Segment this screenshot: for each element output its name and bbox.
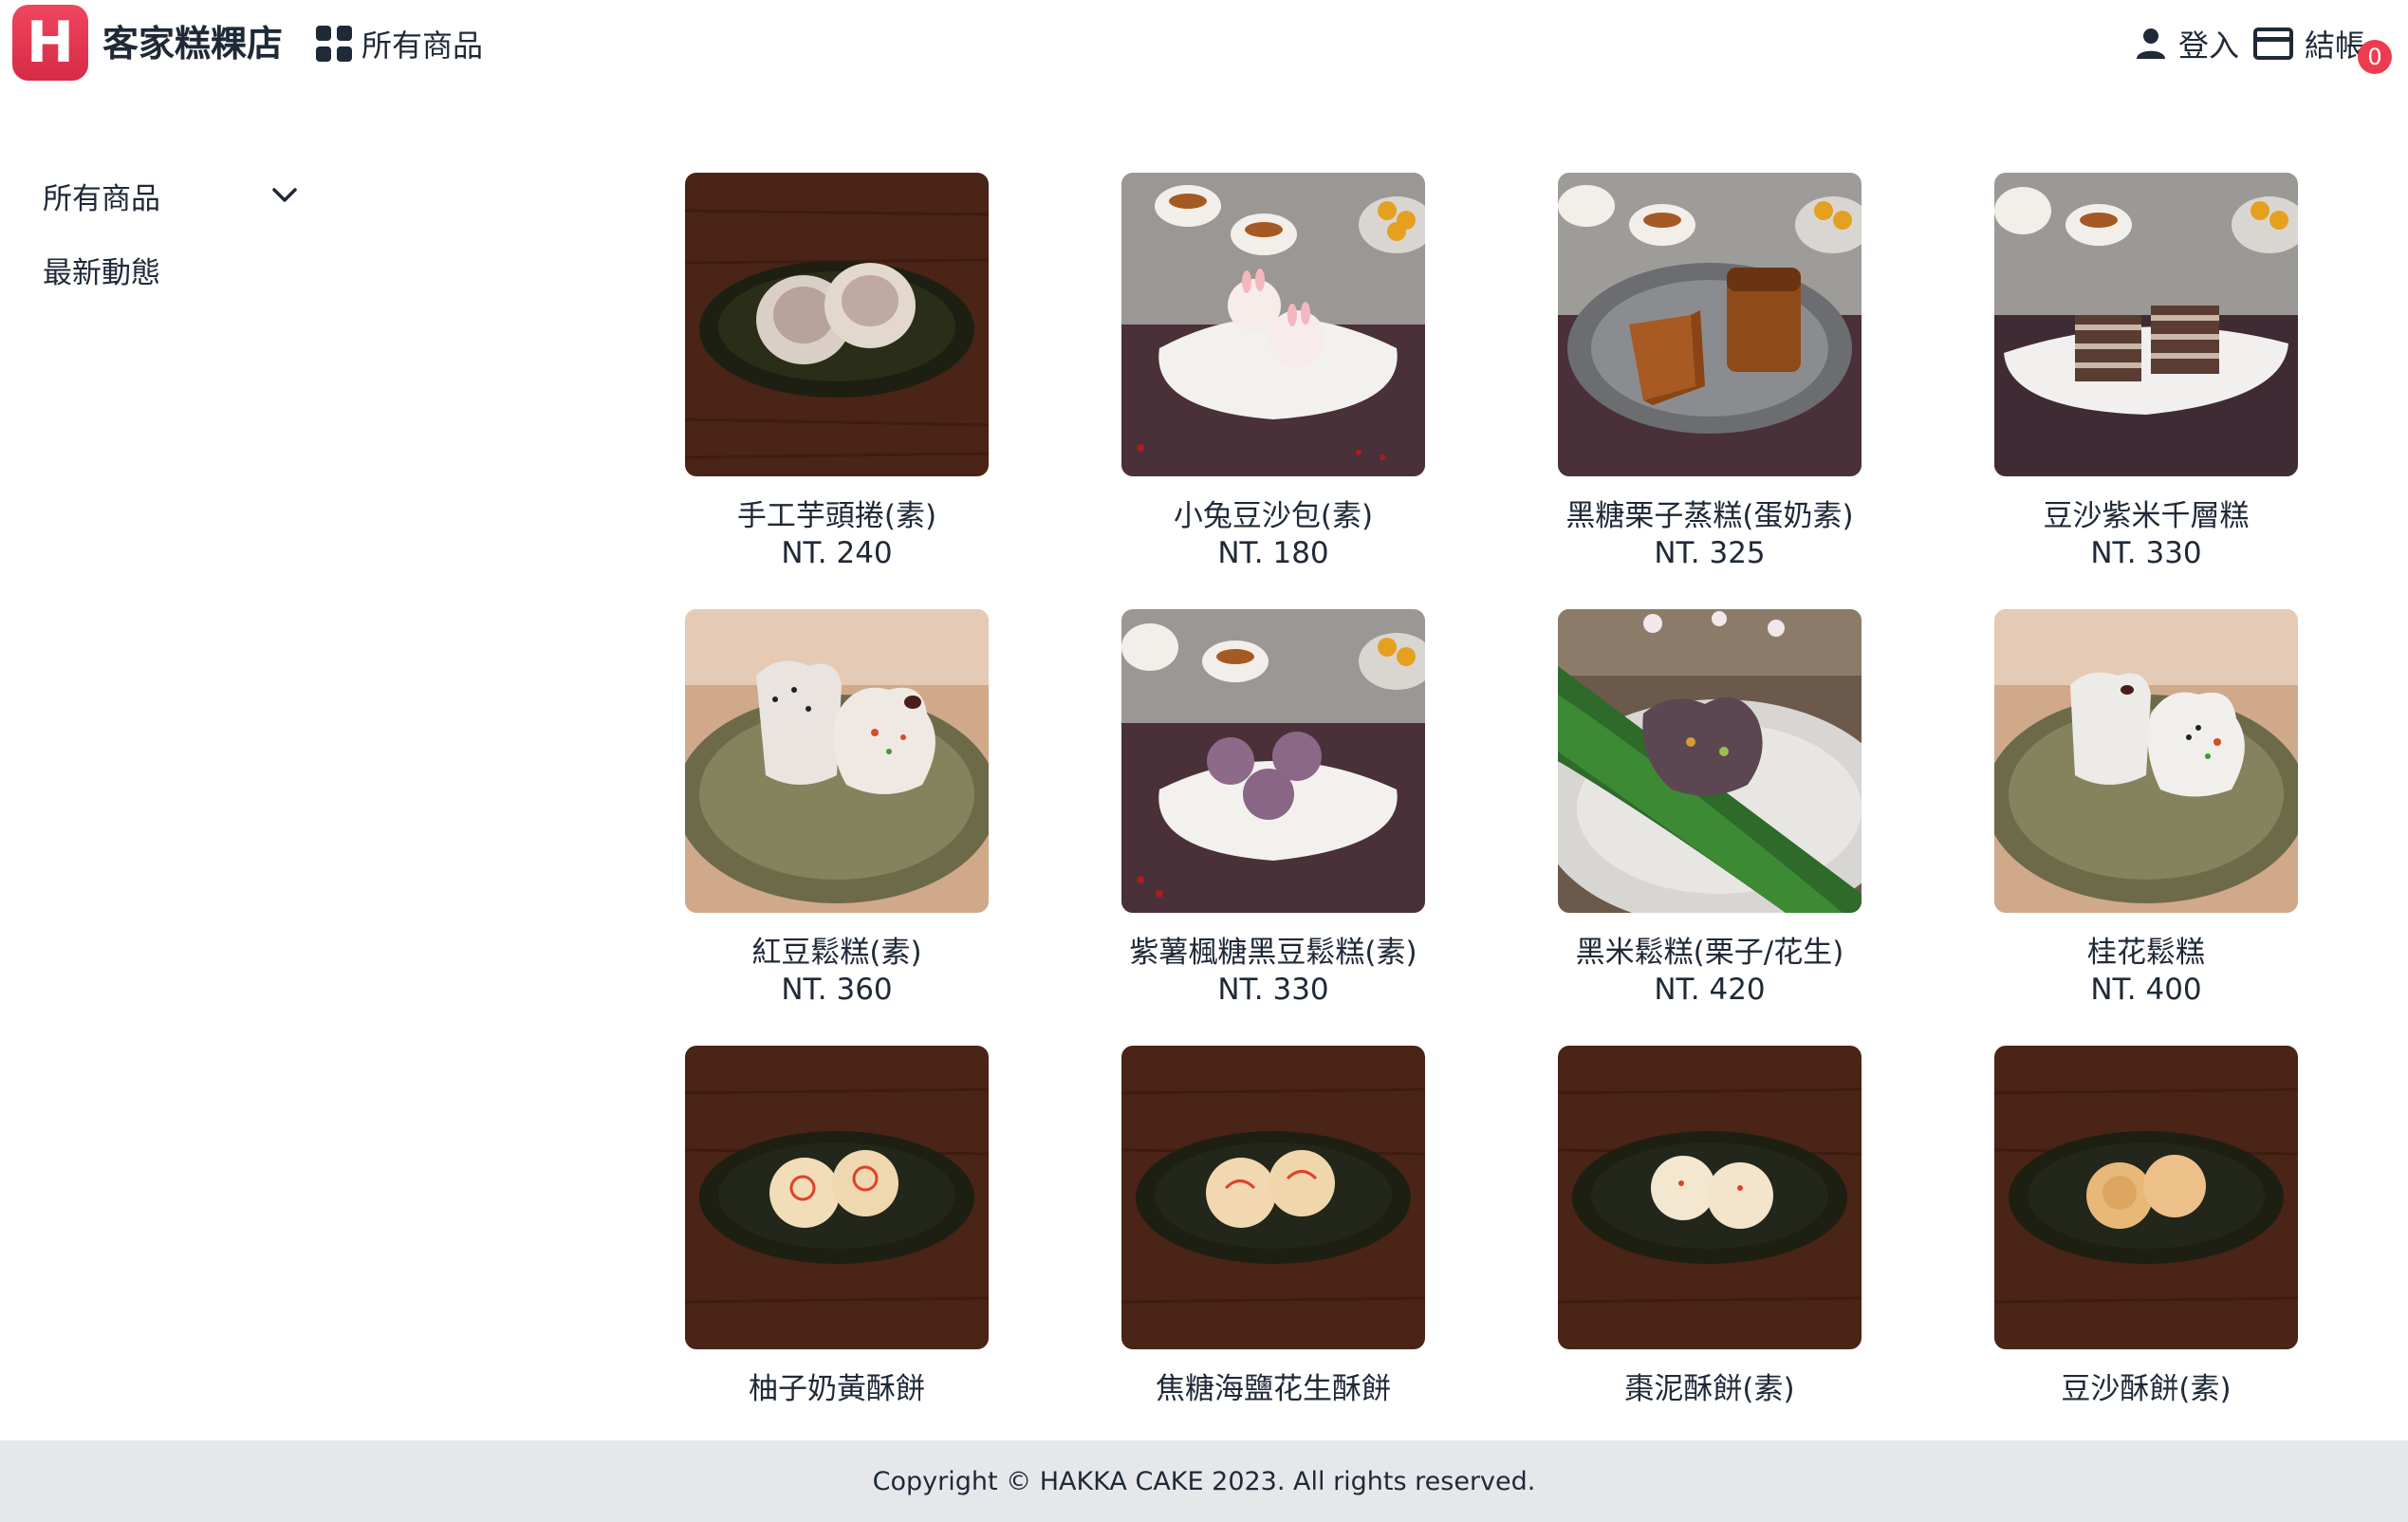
product-name[interactable]: 手工芋頭捲(素) [628, 492, 1046, 534]
product-name[interactable]: 紅豆鬆糕(素) [628, 928, 1046, 971]
sidebar-item-label: 所有商品 [43, 181, 160, 216]
sidebar-item-news[interactable]: 最新動態 [43, 245, 299, 294]
product-name[interactable]: 黑米鬆糕(栗子/花生) [1501, 928, 1918, 971]
product-image[interactable] [1121, 1046, 1425, 1349]
product-card[interactable]: 黑糖栗子蒸糕(蛋奶素) NT. 325 [1558, 173, 1862, 609]
product-card[interactable]: 黑米鬆糕(栗子/花生) NT. 420 [1558, 609, 1862, 1046]
logo-letter: H [26, 9, 75, 76]
product-name[interactable]: 柚子奶黃酥餅 [628, 1364, 1046, 1407]
product-price: NT. 400 [2090, 973, 2202, 1007]
product-card[interactable]: 紅豆鬆糕(素) NT. 360 [685, 609, 989, 1046]
sidebar-item-all-products[interactable]: 所有商品 [43, 171, 299, 220]
login-button[interactable]: 登入 [2135, 21, 2239, 66]
product-image[interactable] [1558, 173, 1862, 476]
product-image[interactable] [1994, 609, 2298, 913]
logo[interactable]: H [12, 5, 88, 81]
nav-all-products-label: 所有商品 [361, 28, 484, 64]
product-image[interactable] [685, 173, 989, 476]
product-card[interactable]: 手工芋頭捲(素) NT. 240 [685, 173, 989, 609]
product-grid: 手工芋頭捲(素) NT. 240 小兔豆沙包(素) NT. 180 黑糖栗子蒸糕… [685, 173, 2298, 1482]
brand-name[interactable]: 客家糕粿店 [102, 19, 283, 68]
product-price: NT. 240 [781, 536, 893, 570]
product-name[interactable]: 棗泥酥餅(素) [1501, 1364, 1918, 1407]
product-card[interactable]: 豆沙酥餅(素) [1994, 1046, 2298, 1482]
product-name[interactable]: 紫薯楓糖黑豆鬆糕(素) [1065, 928, 1482, 971]
product-card[interactable]: 焦糖海鹽花生酥餅 [1121, 1046, 1425, 1482]
top-navbar: H 客家糕粿店 所有商品 登入 結帳 0 [0, 0, 2408, 87]
product-name[interactable]: 焦糖海鹽花生酥餅 [1065, 1364, 1482, 1407]
login-label: 登入 [2178, 28, 2240, 64]
product-image[interactable] [1558, 1046, 1862, 1349]
sidebar-item-label: 最新動態 [43, 255, 160, 290]
product-image[interactable] [1121, 173, 1425, 476]
product-image[interactable] [1994, 173, 2298, 476]
product-name[interactable]: 小兔豆沙包(素) [1065, 492, 1482, 534]
product-price: NT. 360 [781, 973, 893, 1007]
cart-count-badge: 0 [2358, 40, 2392, 74]
checkout-button[interactable]: 結帳 [2253, 21, 2365, 66]
product-name[interactable]: 桂花鬆糕 [1937, 928, 2355, 971]
product-image[interactable] [685, 1046, 989, 1349]
product-card[interactable]: 小兔豆沙包(素) NT. 180 [1121, 173, 1425, 609]
product-name[interactable]: 豆沙酥餅(素) [1937, 1364, 2355, 1407]
product-name[interactable]: 豆沙紫米千層糕 [1937, 492, 2355, 534]
product-image[interactable] [1558, 609, 1862, 913]
copyright-text: Copyright © HAKKA CAKE 2023. All rights … [872, 1466, 1536, 1496]
nav-all-products[interactable]: 所有商品 [316, 21, 483, 66]
credit-card-icon [2253, 28, 2293, 60]
grid-icon [316, 26, 352, 62]
product-card[interactable]: 柚子奶黃酥餅 [685, 1046, 989, 1482]
checkout-label: 結帳 [2305, 28, 2366, 64]
product-card[interactable]: 桂花鬆糕 NT. 400 [1994, 609, 2298, 1046]
product-card[interactable]: 棗泥酥餅(素) [1558, 1046, 1862, 1482]
product-price: NT. 325 [1654, 536, 1766, 570]
product-image[interactable] [685, 609, 989, 913]
product-price: NT. 180 [1217, 536, 1329, 570]
product-card[interactable]: 紫薯楓糖黑豆鬆糕(素) NT. 330 [1121, 609, 1425, 1046]
product-image[interactable] [1994, 1046, 2298, 1349]
product-image[interactable] [1121, 609, 1425, 913]
user-icon [2137, 28, 2165, 59]
product-name[interactable]: 黑糖栗子蒸糕(蛋奶素) [1501, 492, 1918, 534]
product-price: NT. 330 [1217, 973, 1329, 1007]
product-card[interactable]: 豆沙紫米千層糕 NT. 330 [1994, 173, 2298, 609]
footer: Copyright © HAKKA CAKE 2023. All rights … [0, 1440, 2408, 1522]
sidebar: 所有商品 最新動態 [43, 171, 299, 294]
chevron-down-icon[interactable] [270, 181, 299, 210]
product-price: NT. 330 [2090, 536, 2202, 570]
product-price: NT. 420 [1654, 973, 1766, 1007]
